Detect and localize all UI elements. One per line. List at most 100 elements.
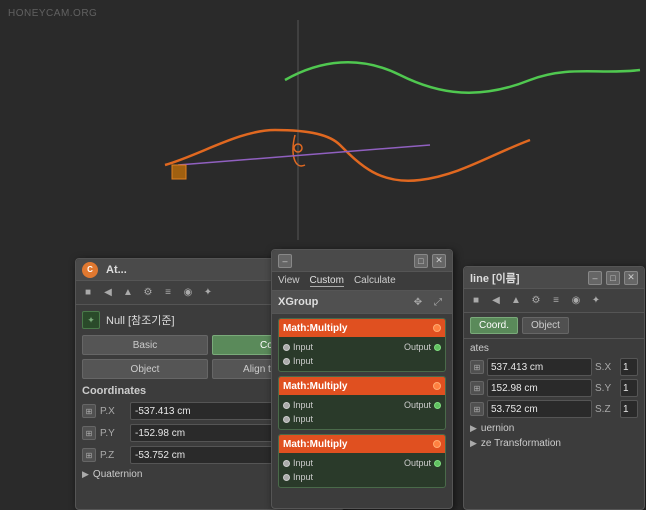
menu-custom[interactable]: Custom — [310, 275, 344, 287]
right-transform-label: ze Transformation — [481, 438, 561, 449]
node3-output-label: Output — [404, 458, 431, 468]
right-transform-row: ▶ ze Transformation — [470, 438, 638, 449]
node2-input-label: Input — [293, 400, 313, 410]
node3-title: Math:Multiply — [283, 439, 347, 450]
pz-input[interactable] — [130, 446, 274, 464]
right-toolbar-back[interactable]: ◀ — [488, 293, 504, 309]
xgroup-header-icons: ✥ ⤢ — [410, 294, 446, 310]
node3-input-label: Input — [293, 458, 313, 468]
node1-input2-dot[interactable] — [283, 358, 290, 365]
object-tab[interactable]: Object — [82, 359, 208, 379]
xgroup-menu: View Custom Calculate — [272, 272, 452, 291]
chevron-icon[interactable]: ▶ — [82, 469, 89, 480]
xgroup-header: XGroup ✥ ⤢ — [272, 291, 452, 314]
right-toolbar-up[interactable]: ▲ — [508, 293, 524, 309]
node3-output-dot[interactable] — [434, 460, 441, 467]
node2-title: Math:Multiply — [283, 381, 347, 392]
right-py-row: ⊞ S.Y — [470, 378, 638, 398]
node1-input2-row: Input — [283, 354, 441, 368]
pz-label: P.Z — [100, 450, 126, 461]
right-object-tab[interactable]: Object — [522, 317, 569, 334]
node1-input-label: Input — [293, 342, 313, 352]
py-input[interactable] — [130, 424, 274, 442]
toolbar-icon-filter[interactable]: ⚙ — [140, 285, 156, 301]
toolbar-icon-settings[interactable]: ✦ — [200, 285, 216, 301]
node3-input2-label: Input — [293, 472, 313, 482]
node3-output-port: Output — [404, 458, 441, 468]
right-transform-chevron[interactable]: ▶ — [470, 438, 477, 449]
xgroup-icon-move[interactable]: ✥ — [410, 294, 426, 310]
right-toolbar-layers[interactable]: ≡ — [548, 293, 564, 309]
panel-logo: C — [82, 262, 98, 278]
node1-input-row: Input Output — [283, 340, 441, 354]
right-coord-tab[interactable]: Coord. — [470, 317, 518, 334]
node2-input-row: Input Output — [283, 398, 441, 412]
right-chevron-icon[interactable]: ▶ — [470, 423, 477, 434]
menu-view[interactable]: View — [278, 275, 300, 287]
right-section-ates: ates — [464, 339, 644, 356]
right-py-input[interactable] — [487, 379, 592, 397]
pz-icon[interactable]: ⊞ — [82, 448, 96, 462]
node2-titlebar[interactable]: Math:Multiply — [279, 377, 445, 395]
node2-input-dot[interactable] — [283, 402, 290, 409]
node2-input2-dot[interactable] — [283, 416, 290, 423]
right-px-input[interactable] — [487, 358, 592, 376]
node3-titlebar[interactable]: Math:Multiply — [279, 435, 445, 453]
right-sy-input[interactable] — [620, 379, 638, 397]
right-close[interactable]: ✕ — [624, 271, 638, 285]
menu-calculate[interactable]: Calculate — [354, 275, 396, 287]
null-label: Null [참조기준] — [106, 312, 175, 328]
toolbar-icon-1[interactable]: ■ — [80, 285, 96, 301]
px-icon[interactable]: ⊞ — [82, 404, 96, 418]
node3-input2-row: Input — [283, 470, 441, 484]
node2-input2-label: Input — [293, 414, 313, 424]
right-py-icon[interactable]: ⊞ — [470, 381, 484, 395]
py-icon[interactable]: ⊞ — [82, 426, 96, 440]
toolbar-icon-up[interactable]: ▲ — [120, 285, 136, 301]
xgroup-maximize[interactable]: □ — [414, 254, 428, 268]
node2-output-dot[interactable] — [434, 402, 441, 409]
right-sy-label: S.Y — [595, 383, 617, 394]
node3-input-port: Input — [283, 458, 313, 468]
right-toolbar-settings[interactable]: ✦ — [588, 293, 604, 309]
xgroup-icon-expand[interactable]: ⤢ — [430, 294, 446, 310]
node1-output-dot[interactable] — [434, 344, 441, 351]
toolbar-icon-layers[interactable]: ≡ — [160, 285, 176, 301]
toolbar-icon-back[interactable]: ◀ — [100, 285, 116, 301]
panel-right-toolbar: ■ ◀ ▲ ⚙ ≡ ◉ ✦ — [464, 289, 644, 313]
xgroup-title: XGroup — [278, 296, 318, 308]
xgroup-close[interactable]: ✕ — [432, 254, 446, 268]
node2-input2-row: Input — [283, 412, 441, 426]
xgroup-titlebar[interactable]: – □ ✕ — [272, 250, 452, 272]
xgroup-controls-right: □ ✕ — [414, 254, 446, 268]
right-toolbar-1[interactable]: ■ — [468, 293, 484, 309]
panel-right-controls: – □ ✕ — [588, 271, 638, 285]
panel-at-title: At... — [106, 264, 127, 276]
node1-input2-port: Input — [283, 356, 313, 366]
toolbar-icon-circle[interactable]: ◉ — [180, 285, 196, 301]
node1-output-label: Output — [404, 342, 431, 352]
px-input[interactable] — [130, 402, 274, 420]
right-sx-label: S.X — [595, 362, 617, 373]
node1-input-dot[interactable] — [283, 344, 290, 351]
node-math-multiply-2: Math:Multiply Input Output Input — [278, 376, 446, 430]
node3-input-dot[interactable] — [283, 460, 290, 467]
right-maximize[interactable]: □ — [606, 271, 620, 285]
right-pz-input[interactable] — [487, 400, 592, 418]
right-sx-input[interactable] — [620, 358, 638, 376]
px-label: P.X — [100, 406, 126, 417]
xgroup-minimize[interactable]: – — [278, 254, 292, 268]
right-sz-input[interactable] — [620, 400, 638, 418]
right-tab-row: Coord. Object — [464, 313, 644, 339]
right-toolbar-filter[interactable]: ⚙ — [528, 293, 544, 309]
right-minimize[interactable]: – — [588, 271, 602, 285]
basic-tab[interactable]: Basic — [82, 335, 208, 355]
right-toolbar-circle[interactable]: ◉ — [568, 293, 584, 309]
panel-right-titlebar[interactable]: line [이름] – □ ✕ — [464, 267, 644, 289]
node3-input2-dot[interactable] — [283, 474, 290, 481]
node1-titlebar[interactable]: Math:Multiply — [279, 319, 445, 337]
right-sz-label: S.Z — [595, 404, 617, 415]
right-px-icon[interactable]: ⊞ — [470, 360, 484, 374]
right-pz-icon[interactable]: ⊞ — [470, 402, 484, 416]
null-object-icon: ✦ — [82, 311, 100, 329]
